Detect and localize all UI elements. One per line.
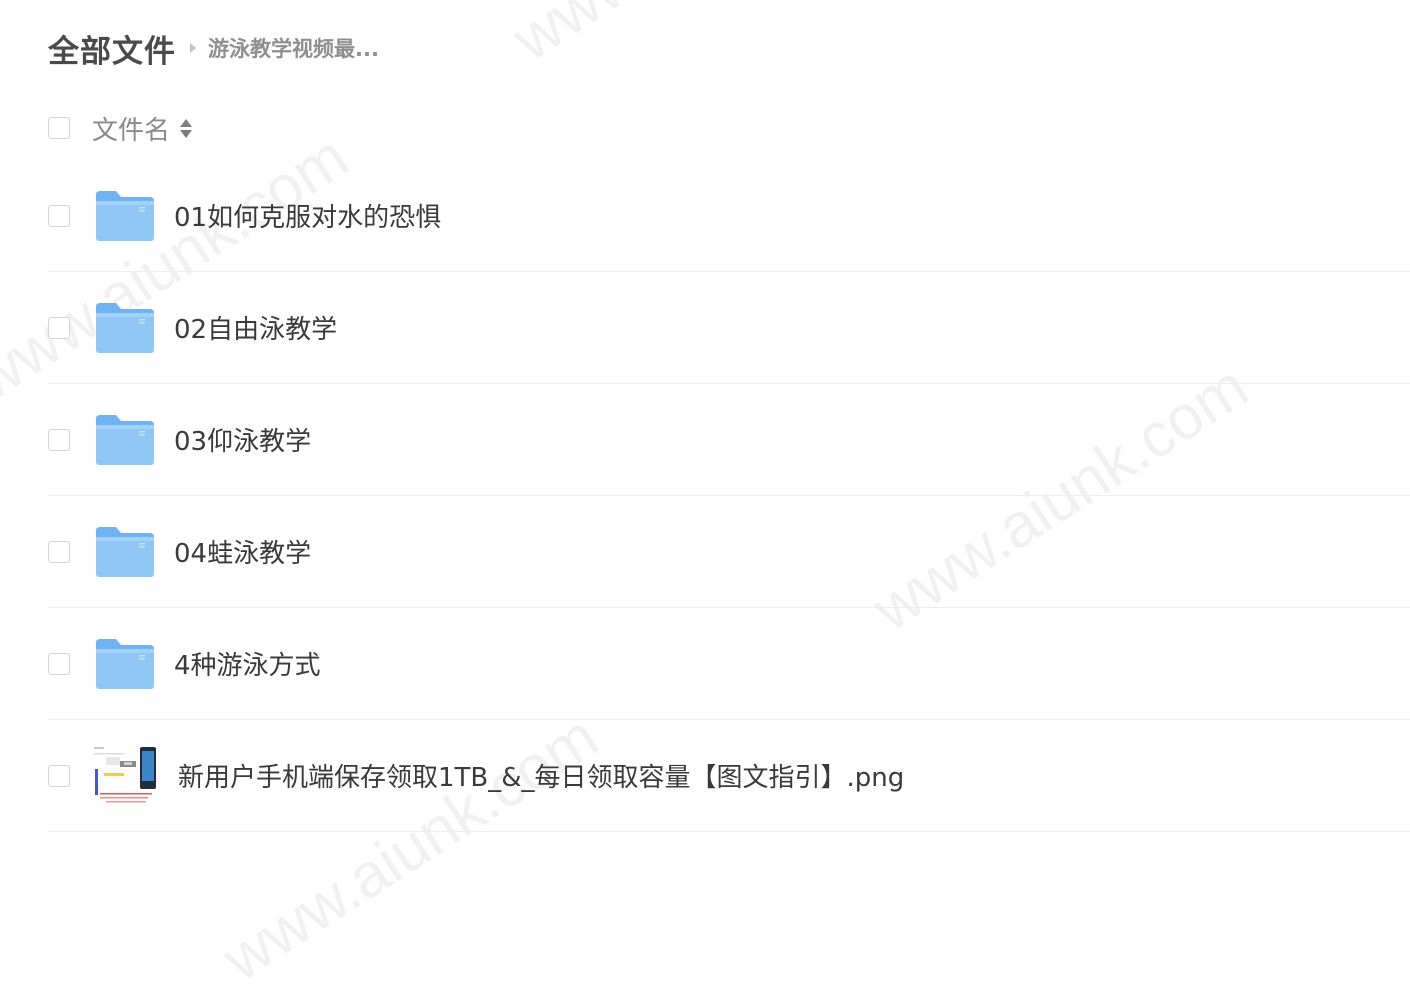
chevron-right-icon	[190, 43, 196, 53]
breadcrumb-root[interactable]: 全部文件	[48, 26, 176, 71]
sort-icon	[180, 118, 193, 138]
breadcrumb-current: 游泳教学视频最...	[208, 37, 379, 61]
file-row[interactable]: 4种游泳方式	[48, 608, 1410, 720]
row-checkbox[interactable]	[48, 428, 70, 451]
file-row[interactable]: 03仰泳教学	[48, 384, 1410, 496]
folder-icon	[94, 633, 156, 695]
watermark: www.aiunk.com	[501, 0, 901, 75]
folder-icon	[94, 521, 156, 583]
folder-icon	[94, 297, 156, 359]
name-column-label: 文件名	[92, 115, 171, 146]
row-checkbox[interactable]	[48, 764, 70, 787]
file-name[interactable]: 03仰泳教学	[174, 421, 311, 458]
sort-by-name-button[interactable]: 文件名	[92, 110, 193, 147]
row-checkbox[interactable]	[48, 204, 70, 227]
row-checkbox[interactable]	[48, 540, 70, 563]
file-row[interactable]: 02自由泳教学	[48, 272, 1410, 384]
file-name[interactable]: 01如何克服对水的恐惧	[174, 197, 441, 234]
file-row[interactable]: 04蛙泳教学	[48, 496, 1410, 608]
list-header: 文件名	[48, 108, 193, 148]
file-name[interactable]: 4种游泳方式	[174, 645, 321, 682]
breadcrumb: 全部文件 游泳教学视频最...	[48, 24, 379, 72]
image-thumbnail	[92, 742, 158, 809]
file-row[interactable]: 新用户手机端保存领取1TB_&_每日领取容量【图文指引】.png	[48, 720, 1410, 832]
row-checkbox[interactable]	[48, 316, 70, 339]
select-all-checkbox[interactable]	[48, 117, 70, 139]
file-name[interactable]: 04蛙泳教学	[174, 533, 311, 570]
folder-icon	[94, 409, 156, 471]
file-name[interactable]: 新用户手机端保存领取1TB_&_每日领取容量【图文指引】.png	[178, 757, 904, 794]
row-checkbox[interactable]	[48, 652, 70, 675]
folder-icon	[94, 185, 156, 247]
file-name[interactable]: 02自由泳教学	[174, 309, 337, 346]
file-row[interactable]: 01如何克服对水的恐惧	[48, 160, 1410, 272]
file-list: 01如何克服对水的恐惧 02自由泳教学 03仰泳教学 04蛙泳教学 4种游泳方式…	[48, 160, 1410, 832]
